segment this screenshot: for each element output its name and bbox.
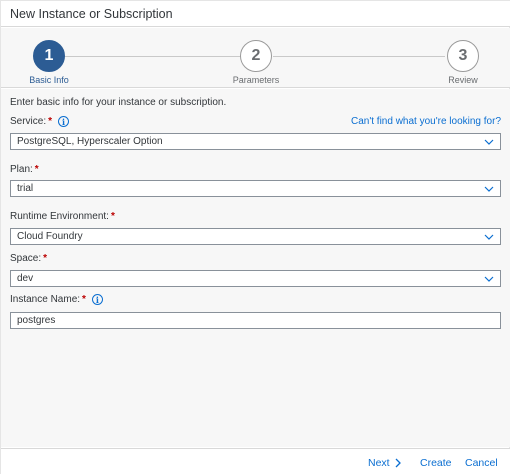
wizard-step-basic-info[interactable]: 1 Basic Info: [0, 40, 99, 85]
plan-value: trial: [17, 183, 34, 194]
dialog-header: New Instance or Subscription: [1, 1, 510, 27]
chevron-right-icon: [395, 458, 401, 468]
wizard-step-review[interactable]: 3 Review: [413, 40, 510, 85]
cant-find-link[interactable]: Can't find what you're looking for?: [351, 116, 501, 127]
create-button[interactable]: Create: [420, 457, 452, 469]
dialog-footer: Next Create Cancel: [1, 448, 510, 474]
step-label: Parameters: [232, 75, 280, 85]
space-value: dev: [17, 273, 34, 284]
runtime-value: Cloud Foundry: [17, 231, 83, 242]
required-marker: *: [82, 294, 86, 305]
space-select[interactable]: dev: [10, 270, 501, 287]
required-marker: *: [43, 253, 48, 264]
step-number: 2: [240, 40, 272, 72]
required-marker: *: [48, 116, 53, 127]
step-number: 3: [447, 40, 479, 72]
wizard-progress: 1 Basic Info 2 Parameters 3 Review: [1, 28, 510, 88]
step-label: Basic Info: [29, 75, 69, 85]
chevron-down-icon[interactable]: [484, 232, 494, 242]
space-label-row: Space: *: [10, 253, 47, 264]
step-label: Review: [448, 75, 478, 85]
space-label: Space:: [10, 253, 42, 264]
service-label-row: Service: * i: [10, 116, 70, 127]
info-icon[interactable]: i: [58, 116, 70, 127]
step-number: 1: [33, 40, 65, 72]
chevron-down-icon[interactable]: [484, 184, 494, 194]
chevron-down-icon[interactable]: [484, 137, 494, 147]
next-label: Next: [368, 457, 390, 469]
required-marker: *: [110, 211, 115, 222]
plan-label: Plan:: [10, 164, 33, 175]
service-label: Service:: [10, 116, 47, 127]
instance-name-label: Instance Name:: [10, 294, 81, 305]
dialog-title: New Instance or Subscription: [10, 7, 173, 21]
service-select[interactable]: PostgreSQL, Hyperscaler Option: [10, 133, 501, 150]
cancel-button[interactable]: Cancel: [465, 457, 498, 469]
runtime-select[interactable]: Cloud Foundry: [10, 228, 501, 245]
required-marker: *: [34, 164, 39, 175]
runtime-label-row: Runtime Environment: *: [10, 211, 115, 222]
chevron-down-icon[interactable]: [484, 274, 494, 284]
form-content: Enter basic info for your instance or su…: [1, 89, 510, 447]
runtime-label: Runtime Environment:: [10, 211, 109, 222]
form-intro: Enter basic info for your instance or su…: [10, 97, 227, 108]
plan-label-row: Plan: *: [10, 164, 39, 175]
wizard-step-parameters[interactable]: 2 Parameters: [206, 40, 306, 85]
new-instance-dialog: New Instance or Subscription 1 Basic Inf…: [0, 0, 510, 474]
service-value: PostgreSQL, Hyperscaler Option: [17, 136, 163, 147]
plan-select[interactable]: trial: [10, 180, 501, 197]
next-button[interactable]: Next: [368, 457, 402, 469]
instance-name-label-row: Instance Name: * i: [10, 294, 103, 305]
instance-name-input[interactable]: postgres: [10, 312, 501, 329]
instance-name-value: postgres: [17, 315, 56, 326]
info-icon[interactable]: i: [91, 294, 103, 305]
